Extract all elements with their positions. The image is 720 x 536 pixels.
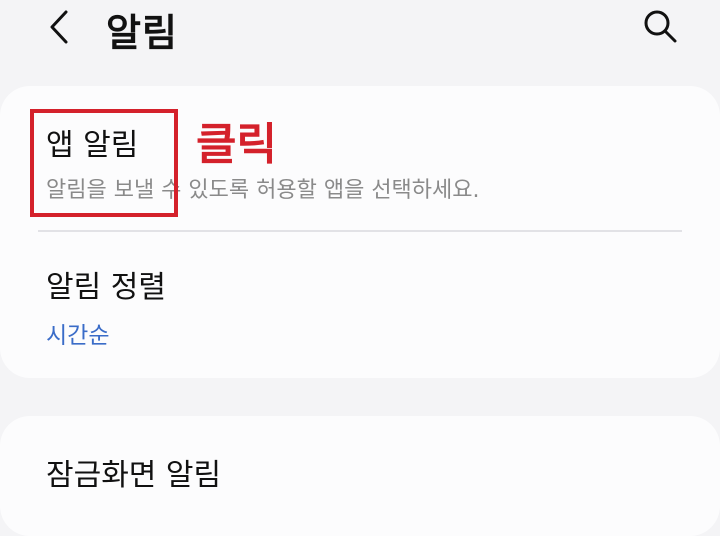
notification-sort-value: 시간순 (46, 323, 110, 349)
lockscreen-notifications-title: 잠금화면 알림 (46, 458, 222, 493)
search-button[interactable] (638, 4, 682, 48)
back-button[interactable] (42, 4, 82, 50)
lockscreen-notifications-item[interactable]: 잠금화면 알림 (0, 416, 720, 536)
page-title: 알림 (106, 11, 178, 55)
notification-sort-title: 알림 정렬 (46, 270, 166, 305)
notification-sort-item[interactable]: 알림 정렬 시간순 (0, 232, 720, 378)
highlight-box (30, 109, 178, 217)
top-app-bar: 알림 (0, 0, 720, 60)
search-icon (644, 10, 677, 43)
lockscreen-card: 잠금화면 알림 (0, 416, 720, 536)
click-annotation-label: 클릭 (196, 119, 277, 170)
chevron-left-icon (50, 10, 68, 44)
